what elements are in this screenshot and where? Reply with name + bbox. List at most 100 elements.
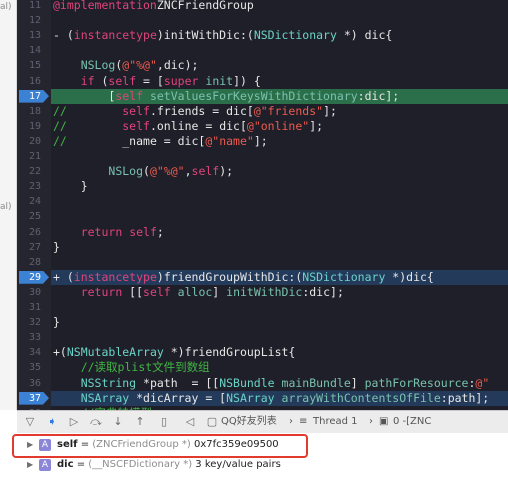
code-text: if (self = [super init]) {: [53, 74, 261, 89]
breadcrumb-target[interactable]: QQ好友列表: [221, 415, 277, 429]
code-line[interactable]: 20 // _name = dic[@"name"];: [17, 134, 508, 149]
code-line[interactable]: 36 NSString *path = [[NSBundle mainBundl…: [17, 376, 508, 391]
code-text: return [[self alloc] initWithDic:dic];: [53, 285, 344, 300]
line-number[interactable]: 20: [17, 134, 47, 149]
line-number[interactable]: 30: [17, 285, 47, 300]
line-number[interactable]: 35: [17, 360, 47, 375]
line-number[interactable]: 24: [17, 194, 47, 209]
code-line[interactable]: 15 NSLog(@"%@",dic);: [17, 58, 508, 73]
code-token: ]: [350, 375, 365, 390]
line-number[interactable]: 25: [17, 209, 47, 224]
code-editor[interactable]: 11 @implementationZNCFriendGroup 12 13- (in…: [17, 0, 508, 410]
navigator-panel: al) al): [0, 0, 17, 410]
code-line[interactable]: 19 // self.online = dic[@"online"];: [17, 119, 508, 134]
code-text: NSArray *dicArray = [NSArray arrayWithCo…: [53, 390, 490, 406]
code-token: NSString: [80, 375, 137, 390]
code-token: NSArray: [80, 390, 130, 405]
code-line[interactable]: 28: [17, 255, 508, 270]
line-number[interactable]: 17: [17, 89, 49, 104]
line-number[interactable]: 38: [17, 406, 47, 410]
code-token: self: [143, 284, 171, 299]
line-number[interactable]: 36: [17, 376, 47, 391]
step-out-icon[interactable]: ↑: [133, 415, 147, 429]
line-number[interactable]: 18: [17, 104, 47, 119]
code-line[interactable]: 32}: [17, 315, 508, 330]
code-line[interactable]: 37 NSArray *dicArray = [NSArray arrayWit…: [17, 390, 508, 406]
code-token: instancetype: [73, 269, 157, 284]
line-number[interactable]: 23: [17, 179, 47, 194]
line-number-text: 36: [28, 377, 41, 389]
line-number[interactable]: 27: [17, 240, 47, 255]
line-number[interactable]: 31: [17, 300, 47, 315]
code-line[interactable]: 13 - (instancetype)initWithDic:(NSDiction…: [17, 28, 508, 43]
code-token: = [: [136, 73, 164, 88]
code-token: self: [191, 164, 220, 179]
code-token: *)friendGroupList{: [163, 345, 296, 360]
code-line[interactable]: 24: [17, 194, 508, 209]
code-token: NSLog: [80, 58, 116, 73]
line-number-text: 24: [28, 196, 41, 208]
line-number[interactable]: 29: [17, 270, 49, 285]
code-text: // self.online = dic[@"online"];: [53, 119, 323, 134]
line-number[interactable]: 34: [17, 345, 47, 360]
variable-row-dic[interactable]: ▶ A dic = (__NSCFDictionary *) 3 key/val…: [17, 457, 508, 473]
line-number[interactable]: 26: [17, 225, 47, 240]
code-line[interactable]: 34 +(NSMutableArray *)friendGroupList{: [17, 345, 508, 360]
view-debugger-icon[interactable]: ▯: [157, 415, 171, 429]
code-line[interactable]: 29 + (instancetype)friendGroupWithDic:(NS…: [17, 269, 508, 285]
code-token: );: [219, 164, 234, 179]
line-number[interactable]: 21: [17, 149, 47, 164]
code-line[interactable]: 35 //读取plist文件到数组: [17, 360, 508, 375]
step-over-icon[interactable]: ⤼: [89, 415, 103, 429]
code-line[interactable]: 22 NSLog(@"%@",self);: [17, 164, 508, 179]
line-number[interactable]: 37: [17, 391, 49, 406]
breadcrumb-thread[interactable]: Thread 1: [313, 415, 358, 429]
code-line[interactable]: 14: [17, 43, 508, 58]
code-line[interactable]: 33: [17, 330, 508, 345]
code-line[interactable]: 18 // self.friends = dic[@"friends"];: [17, 104, 508, 119]
disclosure-triangle-icon[interactable]: ▶: [27, 457, 33, 473]
continue-icon[interactable]: ▷: [67, 415, 81, 429]
breakpoints-toggle-icon[interactable]: ➧: [45, 415, 59, 429]
code-token: (: [143, 164, 150, 179]
line-number[interactable]: 14: [17, 43, 47, 58]
code-token: @implementation: [53, 0, 157, 12]
code-text: [self setValuesForKeysWithDictionary:dic…: [53, 89, 399, 104]
line-number[interactable]: 19: [17, 119, 47, 134]
annotation-highlight-box: [12, 434, 308, 458]
line-number[interactable]: 33: [17, 330, 47, 345]
code-line[interactable]: 25: [17, 209, 508, 224]
code-line[interactable]: 27}: [17, 240, 508, 255]
code-line[interactable]: 17 [self setValuesForKeysWithDictionary:…: [17, 88, 508, 104]
code-line[interactable]: 31: [17, 300, 508, 315]
code-line[interactable]: 16 if (self = [super init]) {: [17, 74, 508, 89]
line-number[interactable]: 32: [17, 315, 47, 330]
code-token: arrayWithContentsOfFile: [281, 390, 441, 405]
code-line[interactable]: 30 return [[self alloc] initWithDic:dic]…: [17, 285, 508, 300]
line-number[interactable]: 28: [17, 255, 47, 270]
line-number[interactable]: 12: [17, 13, 47, 28]
code-token: .online = dic[: [149, 118, 247, 133]
code-line[interactable]: 12: [17, 13, 508, 28]
step-into-icon[interactable]: ↓: [111, 415, 125, 429]
code-token: //: [53, 103, 67, 118]
line-number[interactable]: 16: [17, 74, 47, 89]
code-line[interactable]: 11 @implementationZNCFriendGroup: [17, 0, 508, 13]
code-token: //: [53, 118, 67, 133]
simulate-location-icon[interactable]: ◁: [183, 415, 197, 429]
hide-debug-area-icon[interactable]: ▽: [23, 415, 37, 429]
code-line[interactable]: 26 return self;: [17, 225, 508, 240]
code-line[interactable]: 21: [17, 149, 508, 164]
breadcrumb-frame[interactable]: 0 -[ZNC: [393, 415, 431, 429]
line-number[interactable]: 11: [17, 0, 47, 13]
line-number[interactable]: 22: [17, 164, 47, 179]
line-number-text: 20: [28, 135, 41, 147]
code-line[interactable]: 23 }: [17, 179, 508, 194]
code-token: :path];: [440, 390, 490, 405]
code-token: //: [53, 133, 67, 148]
line-number[interactable]: 15: [17, 58, 47, 73]
line-number[interactable]: 13: [17, 28, 47, 43]
